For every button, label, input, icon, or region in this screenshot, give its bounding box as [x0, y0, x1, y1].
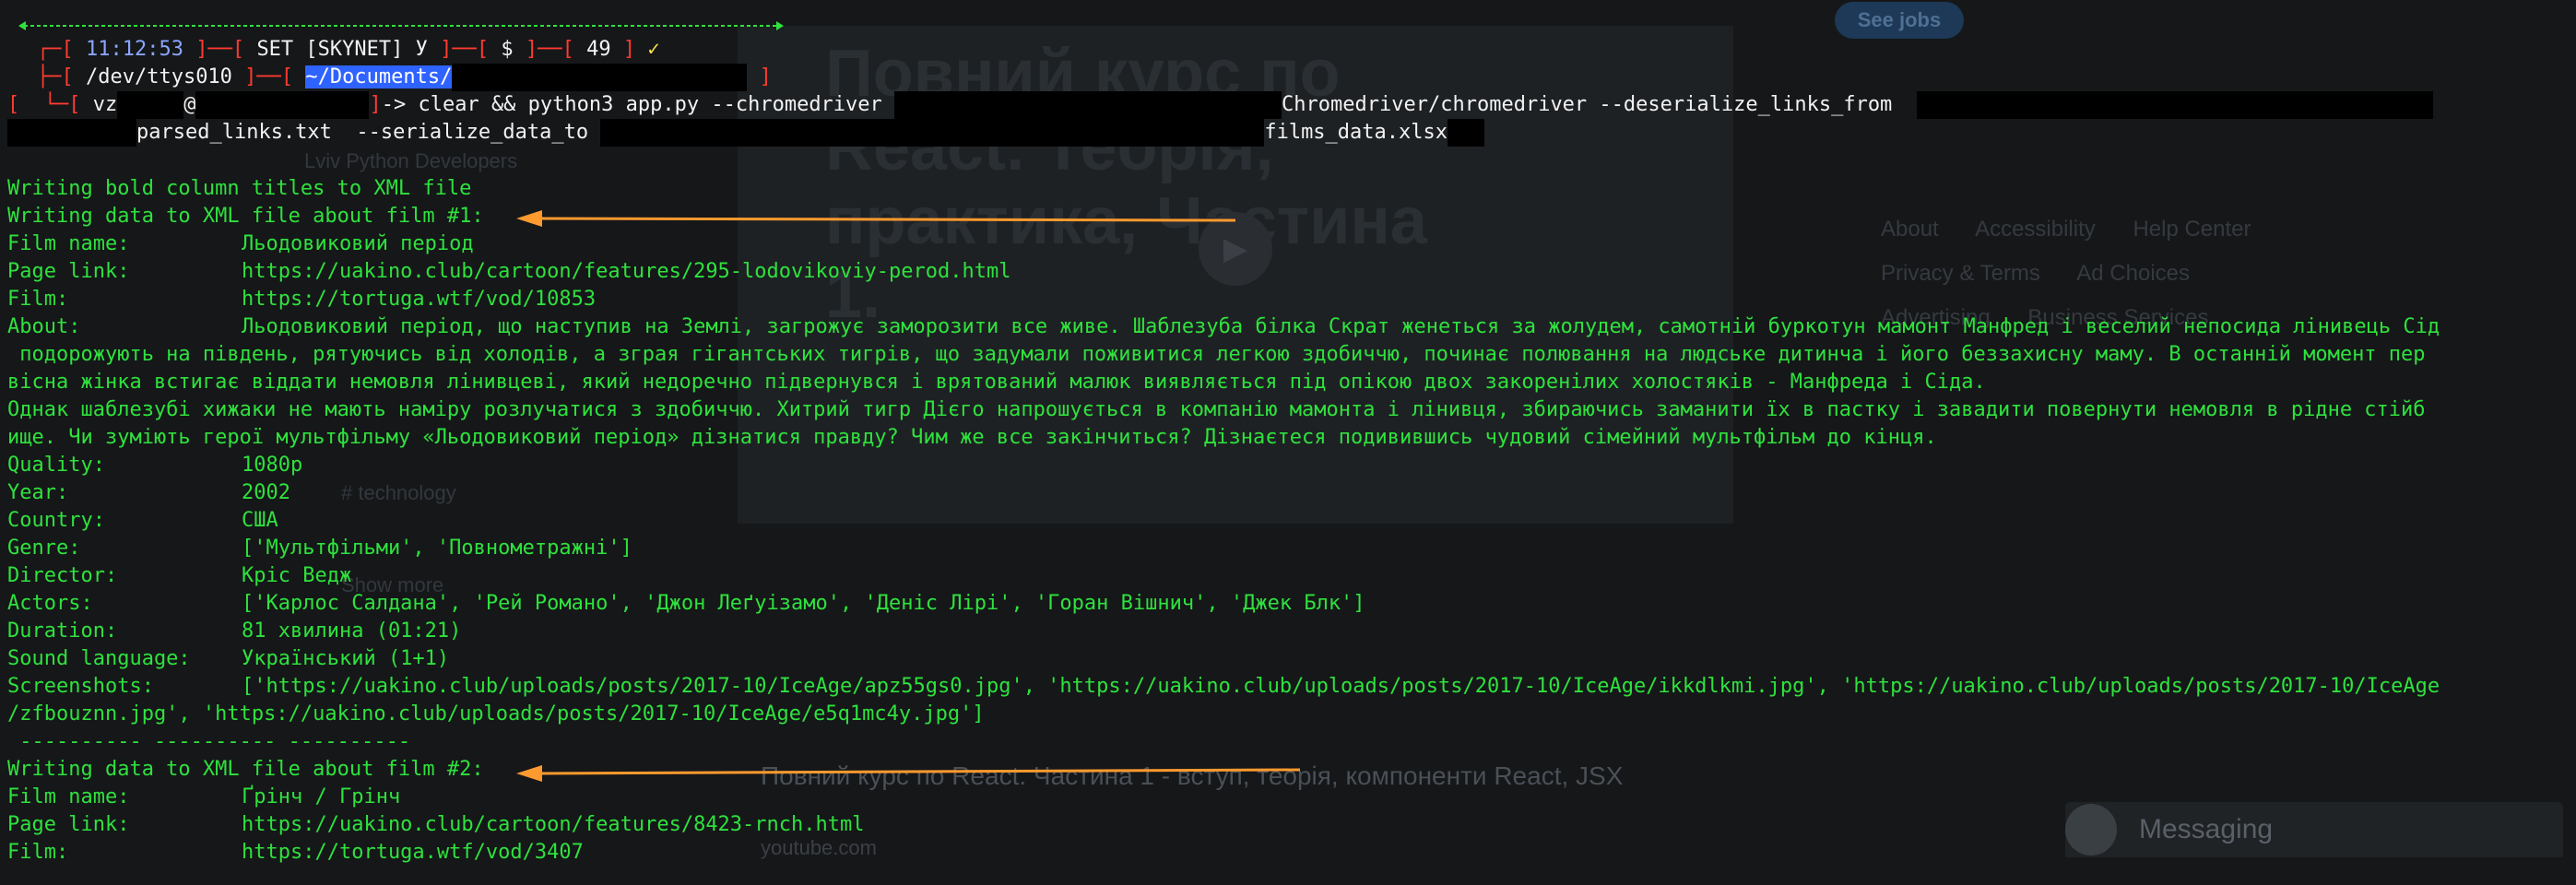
command-text: clear && python3 app.py --chromedriver: [418, 93, 882, 116]
prompt-arrow: ->: [381, 93, 407, 116]
film1-genre-label: Genre:: [7, 537, 81, 560]
film1-duration: 81 хвилина (01:21): [242, 620, 462, 643]
redaction-block: [1448, 119, 1485, 147]
film1-screenshots-2: /zfbouznn.jpg', 'https://uakino.club/upl…: [7, 702, 985, 726]
film1-director-label: Director:: [7, 564, 118, 587]
film1-genre: ['Мультфільми', 'Повнометражні']: [242, 537, 632, 560]
terminal-window[interactable]: ┌─[ 11:12:53 ]──[ SET [SKYNET] У ]──[ $ …: [0, 0, 2576, 885]
prompt-tty: /dev/ttys010: [85, 65, 232, 88]
film1-film-link: https://tortuga.wtf/vod/10853: [242, 288, 597, 311]
redaction-block: [1916, 91, 2433, 119]
prompt-cwd: ~/Documents/: [305, 65, 453, 88]
annotation-arrow-icon: [516, 765, 1301, 782]
prompt-line-4: parsed_links.txt --serialize_data_to fil…: [7, 119, 1485, 147]
film1-duration-label: Duration:: [7, 620, 118, 643]
film1-about-3: вісна жінка встигає віддати немовля ліни…: [7, 371, 1986, 394]
film1-about-2: подорожують на південь, рятуючись від хо…: [7, 343, 2426, 366]
film2-name: Ґрінч / Грінч: [242, 785, 401, 808]
prompt-set-label: SET [SKYNET] У: [256, 38, 428, 61]
film1-year: 2002: [242, 481, 290, 504]
film1-country: США: [242, 509, 278, 532]
prompt-dollar: $: [501, 38, 514, 61]
prompt-time: 11:12:53: [85, 38, 183, 61]
prompt-line-3: [ └─[ vz @]-> clear && python3 app.py --c…: [7, 91, 2433, 119]
film1-quality: 1080p: [242, 454, 303, 477]
film1-sound-label: Sound language:: [7, 647, 191, 670]
check-icon: ✓: [647, 38, 660, 61]
film1-sound: Український (1+1): [242, 647, 450, 670]
film1-about-5: ище. Чи зуміють герої мультфільму «Льодо…: [7, 426, 1937, 449]
film1-screenshots-label: Screenshots:: [7, 675, 154, 698]
film1-name-label: Film name:: [7, 232, 130, 255]
film1-about-label: About:: [7, 315, 81, 338]
film2-film-link: https://tortuga.wtf/vod/3407: [242, 841, 584, 864]
film1-director: Кріс Ведж: [242, 564, 352, 587]
film1-name: Льодовиковий період: [242, 232, 474, 255]
film1-film-label: Film:: [7, 288, 69, 311]
film1-page-label: Page link:: [7, 260, 130, 283]
redaction-block: [7, 119, 136, 147]
film1-page-link: https://uakino.club/cartoon/features/295…: [242, 260, 1011, 283]
film1-actors: ['Карлос Салдана', 'Рей Романо', 'Джон Л…: [242, 592, 1365, 615]
command-arg-output: films_data.xlsx: [1264, 121, 1448, 144]
output-film1-header: Writing data to XML file about film #1:: [7, 205, 484, 228]
redaction-block: [452, 64, 748, 91]
redaction-block: [894, 91, 1282, 119]
prompt-at: @: [183, 93, 196, 116]
prompt-line-1: ┌─[ 11:12:53 ]──[ SET [SKYNET] У ]──[ $ …: [37, 38, 660, 61]
film2-name-label: Film name:: [7, 785, 130, 808]
prompt-user: vz: [92, 93, 118, 116]
output-film2-header: Writing data to XML file about film #2:: [7, 758, 484, 781]
prompt-line-2: ├─[ /dev/ttys010 ]──[ ~/Documents/ ]: [37, 64, 772, 91]
film1-about-1: Льодовиковий період, що наступив на Земл…: [242, 315, 2440, 338]
film1-year-label: Year:: [7, 481, 69, 504]
annotation-arrow-icon: [516, 210, 1236, 227]
film2-page-label: Page link:: [7, 813, 130, 836]
film2-page-link: https://uakino.club/cartoon/features/842…: [242, 813, 865, 836]
film2-film-label: Film:: [7, 841, 69, 864]
redaction-block: [195, 91, 370, 119]
prompt-exit-code: 49: [586, 38, 611, 61]
command-arg-links: parsed_links.txt --serialize_data_to: [136, 121, 589, 144]
output-separator: ---------- ---------- ----------: [7, 730, 411, 753]
film1-screenshots-1: ['https://uakino.club/uploads/posts/2017…: [242, 675, 2440, 698]
output-bold-titles: Writing bold column titles to XML file: [7, 177, 472, 200]
redaction-block: [117, 91, 184, 119]
prompt-top-rule: [18, 21, 784, 30]
film1-actors-label: Actors:: [7, 592, 93, 615]
film1-quality-label: Quality:: [7, 454, 105, 477]
redaction-block: [600, 119, 1265, 147]
film1-country-label: Country:: [7, 509, 105, 532]
command-text-cont: Chromedriver/chromedriver --deserialize_…: [1282, 93, 1893, 116]
film1-about-4: Однак шаблезубі хижаки не мають наміру р…: [7, 398, 2426, 421]
